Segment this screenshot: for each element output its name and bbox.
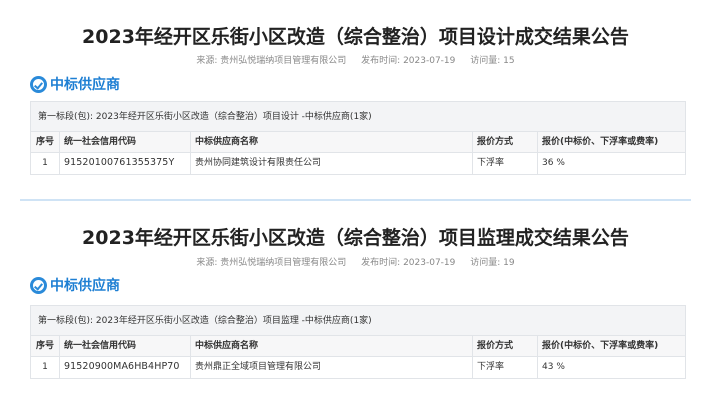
supplier-name: 贵州鼎正全域项目管理有限公司 bbox=[191, 357, 473, 378]
section-heading: 中标供应商 bbox=[30, 275, 120, 295]
table-header-row: 序号 统一社会信用代码 中标供应商名称 报价方式 报价(中标价、下浮率或费率) bbox=[31, 336, 685, 357]
view-count: 访问量: 19 bbox=[470, 258, 515, 268]
row-number: 1 bbox=[31, 357, 60, 378]
quote-value: 43 % bbox=[542, 362, 565, 372]
source-text: 来源: 贵州弘悦瑞纳项目管理有限公司 bbox=[196, 56, 347, 66]
winning-supplier-table: 第一标段(包): 2023年经开区乐街小区改造（综合整治）项目监理 -中标供应商… bbox=[30, 305, 686, 379]
notice-title: 2023年经开区乐街小区改造（综合整治）项目设计成交结果公告 bbox=[82, 26, 629, 48]
quote-value: 36 % bbox=[542, 158, 565, 168]
column-header: 报价(中标价、下浮率或费率) bbox=[542, 341, 659, 351]
publish-date: 发布时间: 2023-07-19 bbox=[361, 258, 456, 268]
quote-method: 下浮率 bbox=[473, 153, 538, 174]
supplier-name: 贵州协同建筑设计有限责任公司 bbox=[191, 153, 473, 174]
notice-meta: 来源: 贵州弘悦瑞纳项目管理有限公司 发布时间: 2023-07-19 访问量:… bbox=[0, 53, 711, 66]
table-row: 1 91520900MA6HB4HP70 贵州鼎正全域项目管理有限公司 下浮率 … bbox=[31, 357, 685, 378]
view-count: 访问量: 15 bbox=[470, 56, 515, 66]
column-header: 统一社会信用代码 bbox=[60, 132, 191, 152]
column-header: 统一社会信用代码 bbox=[60, 336, 191, 356]
quote-method: 下浮率 bbox=[473, 357, 538, 378]
table-row: 1 91520100761355375Y 贵州协同建筑设计有限责任公司 下浮率 … bbox=[31, 153, 685, 174]
column-header: 报价(中标价、下浮率或费率) bbox=[542, 137, 659, 147]
column-header: 序号 bbox=[31, 132, 60, 152]
notice-divider bbox=[20, 199, 691, 201]
column-header: 报价方式 bbox=[473, 336, 538, 356]
section-title: 中标供应商 bbox=[50, 278, 120, 294]
section-heading: 中标供应商 bbox=[30, 74, 120, 94]
column-header: 报价方式 bbox=[473, 132, 538, 152]
section-title: 中标供应商 bbox=[50, 77, 120, 93]
table-header-row: 序号 统一社会信用代码 中标供应商名称 报价方式 报价(中标价、下浮率或费率) bbox=[31, 132, 685, 153]
credit-code: 91520100761355375Y bbox=[60, 153, 191, 174]
notice-meta: 来源: 贵州弘悦瑞纳项目管理有限公司 发布时间: 2023-07-19 访问量:… bbox=[0, 255, 711, 268]
check-circle-icon bbox=[30, 276, 47, 294]
credit-code: 91520900MA6HB4HP70 bbox=[60, 357, 191, 378]
source-text: 来源: 贵州弘悦瑞纳项目管理有限公司 bbox=[196, 258, 347, 268]
column-header: 中标供应商名称 bbox=[191, 132, 473, 152]
publish-date: 发布时间: 2023-07-19 bbox=[361, 56, 456, 66]
column-header: 序号 bbox=[31, 336, 60, 356]
notice-title: 2023年经开区乐街小区改造（综合整治）项目监理成交结果公告 bbox=[82, 227, 629, 249]
check-circle-icon bbox=[30, 75, 47, 93]
winning-supplier-table: 第一标段(包): 2023年经开区乐街小区改造（综合整治）项目设计 -中标供应商… bbox=[30, 101, 686, 175]
lot-caption: 第一标段(包): 2023年经开区乐街小区改造（综合整治）项目设计 -中标供应商… bbox=[31, 102, 685, 132]
lot-caption: 第一标段(包): 2023年经开区乐街小区改造（综合整治）项目监理 -中标供应商… bbox=[31, 306, 685, 336]
column-header: 中标供应商名称 bbox=[191, 336, 473, 356]
row-number: 1 bbox=[31, 153, 60, 174]
